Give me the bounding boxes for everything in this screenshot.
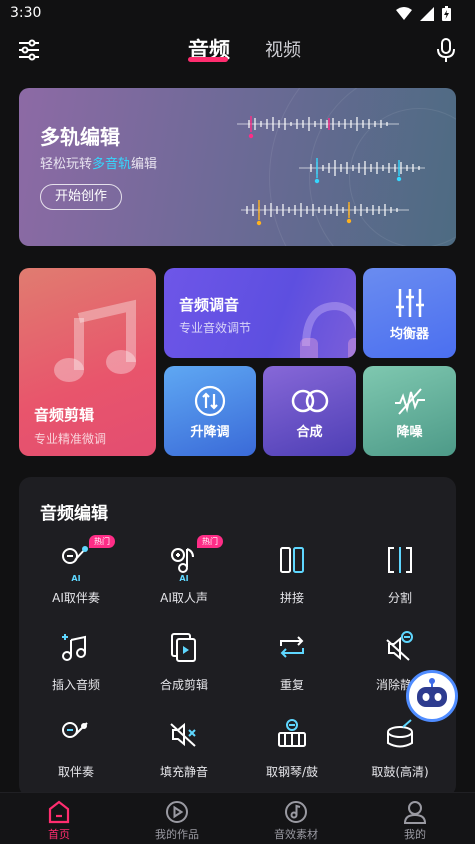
hot-badge: 热门 xyxy=(197,535,223,548)
splice-icon xyxy=(280,547,304,573)
audio-cut-card[interactable]: 音频剪辑 专业精准微调 xyxy=(19,268,156,456)
denoise-wave-icon xyxy=(394,388,425,415)
user-icon xyxy=(403,801,427,824)
headphones-icon xyxy=(300,301,356,358)
nav-my-works[interactable]: 我的作品 xyxy=(122,799,232,842)
repeat-item[interactable]: 重复 xyxy=(237,630,347,710)
drum-icon xyxy=(387,719,413,748)
fill-silence-icon xyxy=(170,722,196,747)
ai-mic-icon xyxy=(62,546,88,564)
banner-title: 多轨编辑 xyxy=(40,125,120,149)
ai-accompaniment-item[interactable]: 热门 AI AI取伴奏 xyxy=(21,535,131,623)
equalizer-label: 均衡器 xyxy=(389,327,429,342)
mix-label: 合成 xyxy=(296,425,323,440)
splice-item[interactable]: 拼接 xyxy=(237,543,347,623)
item-label: 分割 xyxy=(387,591,412,605)
nav-my-works-label: 我的作品 xyxy=(155,828,199,841)
robot-assistant-button[interactable] xyxy=(406,670,458,722)
audio-tune-subtitle: 专业音效调节 xyxy=(179,321,252,335)
equalizer-card[interactable]: 均衡器 xyxy=(363,268,456,358)
nav-profile-label: 我的 xyxy=(404,828,426,841)
start-create-button[interactable]: 开始创作 xyxy=(40,184,122,210)
nav-home-label: 首页 xyxy=(48,828,70,841)
nav-sound-effects-label: 音效素材 xyxy=(274,828,318,841)
audio-edit-title: 音频编辑 xyxy=(40,504,108,524)
item-label: AI取伴奏 xyxy=(52,591,100,605)
item-label: 取鼓(高清) xyxy=(371,765,429,779)
repeat-icon xyxy=(280,636,304,658)
audio-cut-subtitle: 专业精准微调 xyxy=(34,432,107,446)
split-icon xyxy=(388,547,412,573)
bottom-nav: 首页 我的作品 音效素材 我的 xyxy=(0,792,475,844)
multitrack-banner[interactable]: 多轨编辑 轻松玩转多音轨编辑 开始创作 xyxy=(19,88,456,246)
tab-underline xyxy=(188,57,228,62)
ai-vocal-item[interactable]: 热门 AI AI取人声 xyxy=(129,535,239,623)
music-disc-icon xyxy=(285,801,307,823)
audio-cut-title: 音频剪辑 xyxy=(34,406,95,424)
tab-video[interactable]: 视频 xyxy=(265,36,301,62)
pitch-label: 升降调 xyxy=(190,425,230,440)
extract-piano-drum-item[interactable]: 取钢琴/鼓 xyxy=(237,717,347,797)
remove-silence-icon xyxy=(386,631,413,661)
denoise-label: 降噪 xyxy=(396,425,423,440)
denoise-card[interactable]: 降噪 xyxy=(363,366,456,456)
nav-home[interactable]: 首页 xyxy=(4,799,114,842)
audio-tune-card[interactable]: 音频调音 专业音效调节 xyxy=(164,268,356,358)
top-nav: 音频 视频 xyxy=(0,28,475,72)
item-label: AI取人声 xyxy=(160,591,208,605)
banner-subtitle: 轻松玩转多音轨编辑 xyxy=(40,157,158,172)
hot-badge: 热门 xyxy=(89,535,115,548)
piano-icon xyxy=(278,719,306,747)
signal-icon xyxy=(420,6,434,21)
fill-silence-item[interactable]: 填充静音 xyxy=(129,717,239,797)
audio-edit-panel: 音频编辑 热门 AI AI取伴奏 热门 AI AI取人声 拼接 分割 插入音频 xyxy=(19,477,456,797)
item-label: 插入音频 xyxy=(51,678,100,692)
music-note-icon xyxy=(54,299,136,382)
extract-drum-hd-item[interactable]: 取鼓(高清) xyxy=(345,717,455,797)
wifi-icon xyxy=(396,6,412,20)
microphone-icon[interactable] xyxy=(434,37,458,63)
insert-audio-icon xyxy=(62,634,86,661)
overlap-circles-icon xyxy=(291,389,328,413)
pitch-card[interactable]: 升降调 xyxy=(164,366,256,456)
nav-sound-effects[interactable]: 音效素材 xyxy=(241,799,351,842)
ai-badge: AI xyxy=(71,574,81,583)
robot-icon xyxy=(417,678,447,707)
extract-accompaniment-item[interactable]: 取伴奏 xyxy=(21,717,131,797)
item-label: 填充静音 xyxy=(159,765,208,779)
ai-badge: AI xyxy=(179,574,189,583)
item-label: 取钢琴/鼓 xyxy=(265,765,319,779)
item-label: 合成剪辑 xyxy=(159,678,208,692)
ai-voice-icon xyxy=(171,548,194,573)
split-item[interactable]: 分割 xyxy=(345,543,455,623)
insert-audio-item[interactable]: 插入音频 xyxy=(21,630,131,710)
merge-clip-item[interactable]: 合成剪辑 xyxy=(129,630,239,710)
home-icon xyxy=(48,800,70,824)
status-bar: 3:30 xyxy=(0,0,475,28)
mix-card[interactable]: 合成 xyxy=(263,366,356,456)
nav-profile[interactable]: 我的 xyxy=(360,799,470,842)
battery-icon xyxy=(442,6,451,21)
multitrack-waveform-illustration xyxy=(237,116,425,226)
merge-clip-icon xyxy=(171,633,196,662)
mic-icon xyxy=(62,722,88,738)
item-label: 拼接 xyxy=(279,591,304,605)
play-circle-icon xyxy=(166,801,188,823)
audio-tune-title: 音频调音 xyxy=(179,296,240,314)
equalizer-icon xyxy=(395,289,424,317)
item-label: 取伴奏 xyxy=(57,765,94,779)
status-time: 3:30 xyxy=(10,5,42,21)
item-label: 重复 xyxy=(279,678,304,692)
filter-settings-icon[interactable] xyxy=(17,38,41,62)
pitch-shift-icon xyxy=(194,385,226,417)
